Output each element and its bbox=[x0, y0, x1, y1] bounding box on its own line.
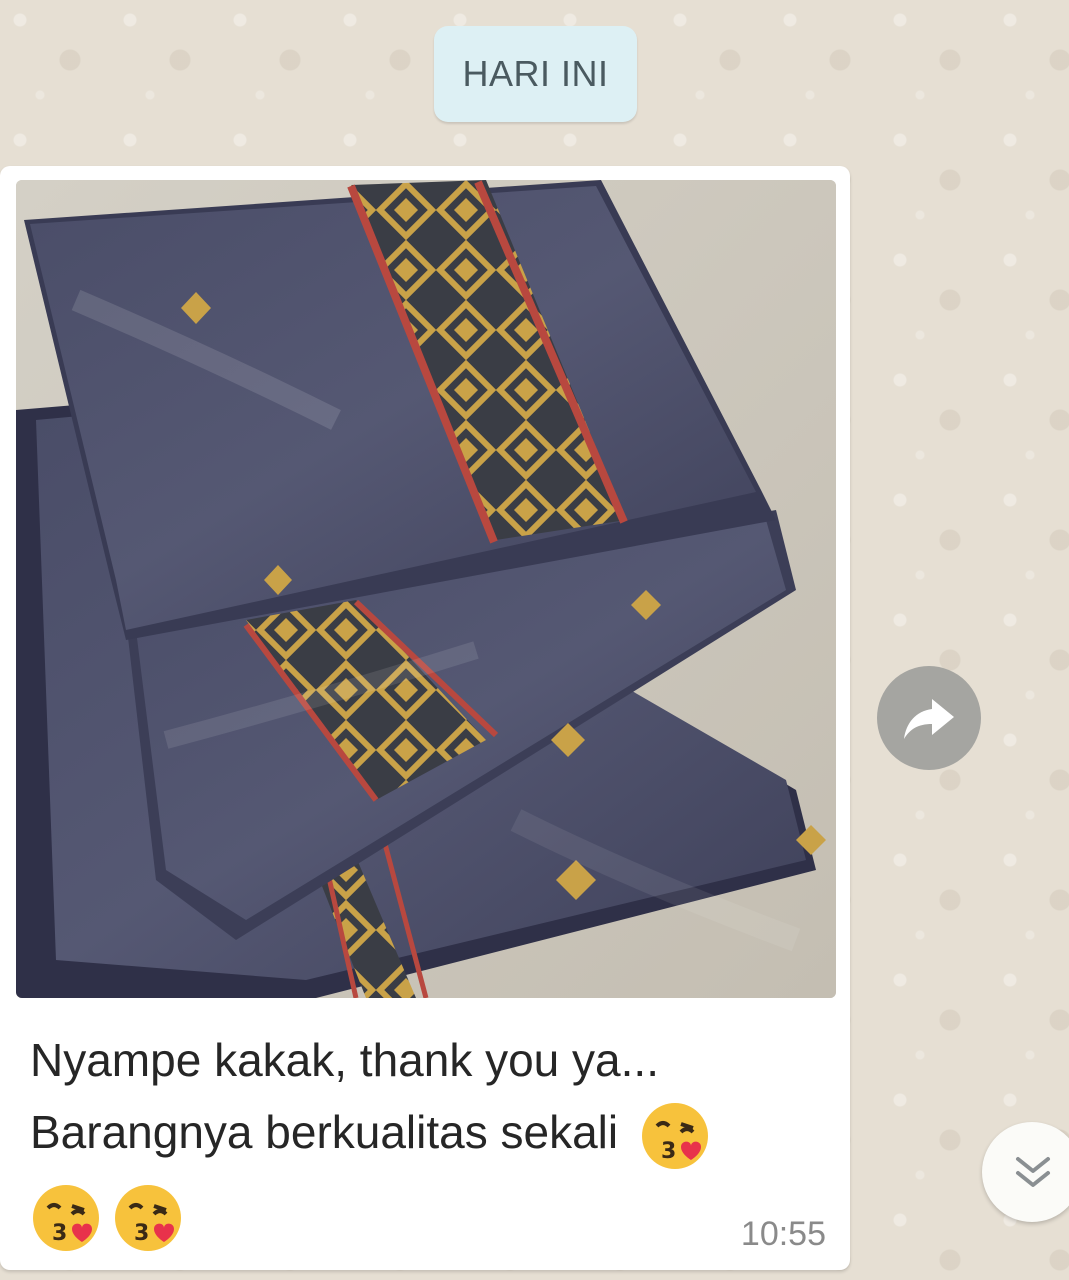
svg-text:3: 3 bbox=[52, 1221, 67, 1246]
svg-text:3: 3 bbox=[661, 1139, 676, 1164]
svg-text:3: 3 bbox=[134, 1221, 149, 1246]
kissing-face-heart-emoji: 3 bbox=[33, 1185, 99, 1251]
forward-arrow-icon bbox=[904, 699, 954, 739]
forward-button[interactable] bbox=[877, 666, 981, 770]
kissing-face-heart-emoji: 3 bbox=[115, 1185, 181, 1251]
scroll-to-bottom-button[interactable] bbox=[982, 1122, 1069, 1222]
message-bubble[interactable]: Nyampe kakak, thank you ya... Barangnya … bbox=[0, 166, 850, 1270]
fabric-photo-illustration bbox=[16, 180, 836, 998]
emoji-row: 3 3 bbox=[30, 1182, 184, 1254]
date-separator-label: HARI INI bbox=[462, 53, 609, 94]
message-timestamp: 10:55 bbox=[740, 1215, 826, 1253]
caption-line-2-text: Barangnya berkualitas sekali bbox=[30, 1106, 619, 1158]
caption-line-2: Barangnya berkualitas sekali 3 bbox=[30, 1096, 830, 1172]
message-caption: Nyampe kakak, thank you ya... Barangnya … bbox=[30, 1024, 830, 1172]
kissing-face-heart-emoji: 3 bbox=[641, 1102, 708, 1169]
caption-line-1: Nyampe kakak, thank you ya... bbox=[30, 1034, 659, 1086]
chevron-double-down-icon bbox=[1016, 1157, 1050, 1187]
date-separator: HARI INI bbox=[434, 26, 637, 122]
message-photo[interactable] bbox=[16, 180, 836, 998]
